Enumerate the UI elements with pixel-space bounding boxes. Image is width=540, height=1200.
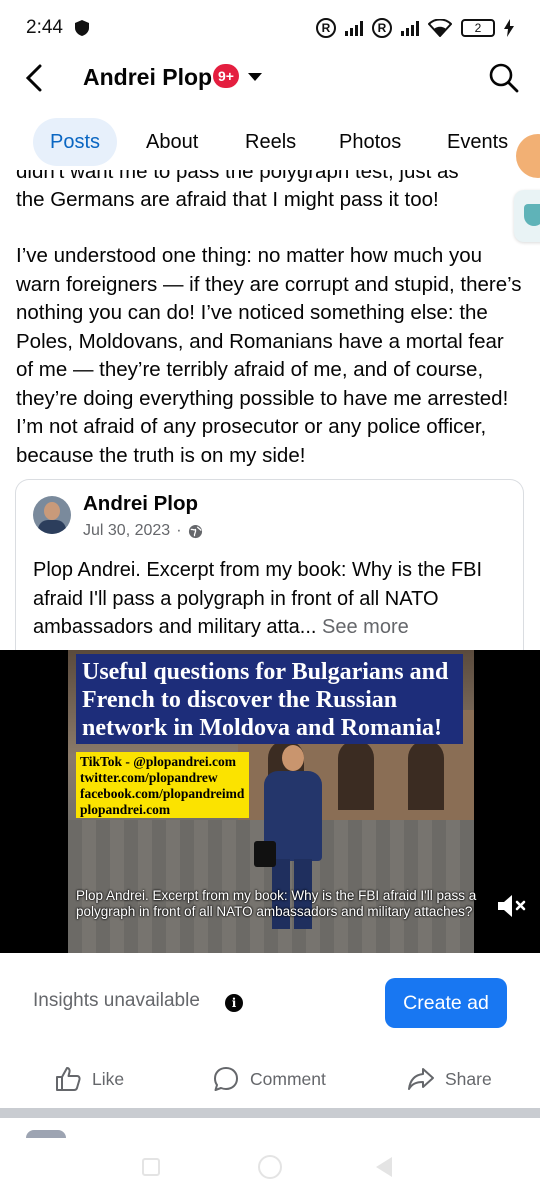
tab-posts[interactable]: Posts [33, 118, 118, 166]
video-headline: Useful questions for Bulgarians and Fren… [82, 659, 449, 741]
video-link-twitter: twitter.com/plopandrew [80, 770, 218, 785]
video-link-website: plopandrei.com [80, 802, 171, 817]
globe-icon [188, 524, 202, 538]
tab-reels[interactable]: Reels [245, 118, 296, 166]
search-icon [489, 63, 519, 93]
thumbs-up-icon [56, 1067, 81, 1091]
speaker-muted-icon [498, 895, 526, 917]
system-nav-bar [0, 1140, 540, 1200]
see-more-link[interactable]: See more [322, 616, 409, 638]
avatar [26, 1130, 66, 1138]
video-caption: Plop Andrei. Excerpt from my book: Why i… [76, 888, 477, 919]
system-back-button[interactable] [376, 1157, 392, 1177]
feed-separator [0, 1108, 540, 1118]
arrow-left-icon [25, 64, 42, 92]
shared-post-text: Plop Andrei. Excerpt from my book: Why i… [33, 556, 513, 642]
shared-post-card[interactable]: Andrei Plop Jul 30, 2023 · Plop Andrei. … [15, 479, 524, 669]
recent-apps-button[interactable] [142, 1158, 160, 1176]
post-body: didn't want me to pass the polygraph tes… [0, 170, 540, 470]
back-button[interactable] [18, 62, 50, 94]
charging-icon [504, 19, 514, 37]
signal-icon [401, 20, 419, 36]
post-actions: Like Comment Share [0, 1056, 540, 1102]
search-button[interactable] [488, 62, 520, 94]
shared-post-author[interactable]: Andrei Plop [83, 492, 198, 516]
status-indicators: R R 2 [316, 18, 514, 38]
video-headline-box: Useful questions for Bulgarians and Fren… [76, 654, 463, 744]
shared-post-date[interactable]: Jul 30, 2023 [83, 522, 170, 540]
comment-label: Comment [250, 1068, 326, 1089]
page-title[interactable]: Andrei Plop [83, 64, 212, 91]
battery-level: 2 [474, 21, 482, 35]
speech-bubble-icon [214, 1067, 238, 1091]
video-link-tiktok: TikTok - @plopandrei.com [80, 754, 236, 769]
comment-button[interactable]: Comment [212, 1062, 326, 1096]
share-button[interactable]: Share [407, 1062, 492, 1096]
share-arrow-icon [408, 1068, 434, 1090]
insights-label: Insights unavailable [33, 990, 200, 1011]
shared-post-meta: Jul 30, 2023 · [83, 522, 203, 540]
tab-events[interactable]: Events [447, 118, 508, 166]
post-text-clipped-line: didn't want me to pass the polygraph tes… [16, 170, 459, 183]
post-text-paragraph: the Germans are afraid that I might pass… [16, 188, 439, 211]
post-text-paragraph: I’ve understood one thing: no matter how… [16, 244, 522, 467]
mute-button[interactable] [492, 888, 528, 924]
chevron-down-icon[interactable] [248, 73, 262, 81]
wifi-icon [428, 19, 452, 37]
info-icon[interactable]: i [225, 994, 243, 1012]
tab-photos[interactable]: Photos [339, 118, 401, 166]
like-label: Like [92, 1068, 125, 1089]
like-button[interactable]: Like [54, 1062, 124, 1096]
home-button[interactable] [258, 1155, 282, 1179]
registered-icon: R [372, 18, 392, 38]
shield-icon [74, 20, 89, 36]
status-bar: 2:44 R R 2 [0, 0, 540, 56]
battery-icon: 2 [461, 19, 495, 37]
registered-icon: R [316, 18, 336, 38]
tab-about[interactable]: About [146, 118, 198, 166]
video-links-box: TikTok - @plopandrei.com twitter.com/plo… [76, 752, 249, 818]
signal-icon [345, 20, 363, 36]
profile-tabs: Posts About Reels Photos Events [0, 116, 540, 170]
status-time: 2:44 [26, 17, 63, 38]
avatar[interactable] [33, 496, 71, 534]
share-label: Share [445, 1068, 492, 1089]
meta-separator: · [176, 522, 182, 539]
notification-badge: 9+ [213, 64, 239, 88]
create-ad-button[interactable]: Create ad [385, 978, 507, 1028]
shared-post-text-content: Plop Andrei. Excerpt from my book: Why i… [33, 559, 483, 638]
video-link-facebook: facebook.com/plopandreimd [80, 786, 245, 801]
page-header: Andrei Plop 9+ [0, 56, 540, 102]
